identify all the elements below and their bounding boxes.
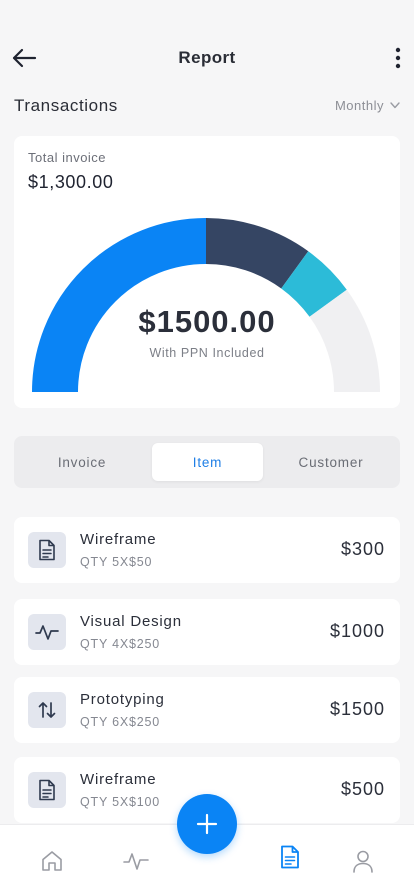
- gauge-chart: [32, 218, 380, 393]
- nav-report[interactable]: [276, 843, 304, 871]
- item-amount: $300: [340, 539, 385, 559]
- gauge-caption: With PPN Included: [149, 346, 265, 360]
- item-icon-box: [28, 532, 66, 568]
- tab-customer[interactable]: Customer: [270, 443, 392, 481]
- list-item[interactable]: Prototyping QTY 6X$250 $1500: [14, 677, 400, 743]
- home-icon: [42, 851, 62, 871]
- nav-home[interactable]: [38, 847, 66, 875]
- item-name: Visual Design: [80, 613, 182, 630]
- more-options-button[interactable]: [384, 42, 412, 74]
- app-header: Report: [0, 40, 414, 76]
- item-amount: $500: [340, 779, 385, 799]
- period-label: Monthly: [334, 98, 384, 113]
- item-amount: $1500: [329, 699, 385, 719]
- chevron-down-icon: [390, 102, 400, 109]
- add-button[interactable]: [177, 794, 237, 854]
- summary-card: Total invoice $1,300.00 $1500.00 With PP…: [14, 136, 400, 408]
- item-name: Prototyping: [80, 691, 165, 708]
- nav-profile[interactable]: [349, 847, 377, 875]
- document-icon: [39, 539, 55, 561]
- item-icon-box: [28, 772, 66, 808]
- section-title: Transactions: [14, 96, 118, 115]
- item-qty: QTY 5X$100: [80, 795, 161, 809]
- document-icon: [281, 845, 299, 869]
- item-qty: QTY 5X$50: [80, 555, 153, 569]
- document-icon: [39, 779, 55, 801]
- plus-icon: [196, 813, 218, 835]
- gauge-segment-2: [205, 218, 309, 289]
- list-item[interactable]: Wireframe QTY 5X$50 $300: [14, 517, 400, 583]
- item-icon-box: [28, 692, 66, 728]
- list-item[interactable]: Visual Design QTY 4X$250 $1000: [14, 599, 400, 665]
- more-vertical-icon: [395, 47, 401, 69]
- activity-icon: [35, 625, 59, 640]
- transactions-header: Transactions Monthly: [14, 96, 400, 118]
- activity-icon: [123, 853, 149, 870]
- item-name: Wireframe: [80, 771, 157, 788]
- item-amount: $1000: [329, 621, 385, 641]
- gauge-segment-3: [280, 251, 347, 318]
- gauge-value: $1500.00: [138, 304, 276, 339]
- user-icon: [353, 850, 373, 873]
- item-qty: QTY 6X$250: [80, 715, 161, 729]
- page-title: Report: [178, 48, 236, 67]
- item-qty: QTY 4X$250: [80, 637, 161, 651]
- item-icon-box: [28, 614, 66, 650]
- swap-arrows-icon: [38, 702, 56, 718]
- tab-item[interactable]: Item: [152, 443, 263, 481]
- segment-tabs: Invoice Item Customer: [14, 436, 400, 488]
- period-dropdown[interactable]: Monthly: [335, 98, 400, 113]
- tab-invoice[interactable]: Invoice: [22, 443, 142, 481]
- nav-activity[interactable]: [122, 847, 150, 875]
- item-name: Wireframe: [80, 531, 157, 548]
